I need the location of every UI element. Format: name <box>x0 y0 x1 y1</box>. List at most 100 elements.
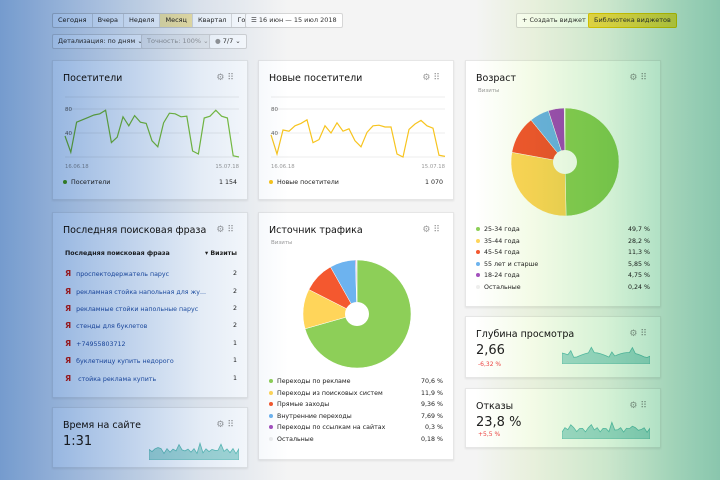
yandex-icon: Я <box>65 356 72 366</box>
visits-count: 2 <box>232 270 237 278</box>
depth-value: 2,66 <box>476 343 505 358</box>
legend-item: Внутренние переходы 7,69 % <box>269 411 443 423</box>
legend-value: 11,3 % <box>627 249 650 257</box>
period-month[interactable]: Месяц <box>160 14 193 27</box>
widget-tools[interactable]: ⚙⠿ <box>422 73 443 83</box>
gear-icon[interactable]: ⚙ <box>216 73 227 83</box>
x-tick-start: 16.06.18 <box>65 164 89 170</box>
widget-tools[interactable]: ⚙⠿ <box>629 401 650 411</box>
phrase-list: Япроспектодержатель парус 2 Ярекламная сто… <box>65 265 237 387</box>
y-tick-label: 40 <box>65 131 72 137</box>
widget-title: Отказы <box>476 401 514 412</box>
legend-label: 55 лет и старше <box>484 260 539 268</box>
x-tick-end: 15.07.18 <box>421 164 445 170</box>
drag-handle-icon[interactable]: ⠿ <box>640 329 650 339</box>
gear-icon[interactable]: ⚙ <box>216 420 227 430</box>
calendar-icon: ☰ <box>251 16 259 24</box>
x-tick-start: 16.06.18 <box>271 164 295 170</box>
table-row: Я стойка реклама купить 1 <box>65 369 237 386</box>
legend-item: 55 лет и старше 5,85 % <box>476 259 650 271</box>
phrase-link[interactable]: стенды для буклетов <box>76 323 147 330</box>
legend-dot <box>476 238 480 243</box>
visits-count: 1 <box>232 374 237 382</box>
widget-library-button[interactable]: Библиотека виджетов <box>588 13 677 28</box>
legend-item: Переходы по ссылкам на сайтах 0,3 % <box>269 422 443 434</box>
phrase-link[interactable]: рекламная стойка напольная для жу... <box>76 289 206 296</box>
gear-icon[interactable]: ⚙ <box>422 73 433 83</box>
column-visits-sort[interactable]: ▾ Визиты <box>205 250 237 257</box>
gear-icon[interactable]: ⚙ <box>629 73 640 83</box>
new-visitors-line-chart: 80 40 16.06.18 15.07.18 <box>270 96 446 170</box>
widget-title: Последняя поисковая фраза <box>63 225 207 236</box>
drag-handle-icon[interactable]: ⠿ <box>227 73 237 83</box>
period-week[interactable]: Неделя <box>124 14 161 27</box>
sparkline-area <box>149 441 239 460</box>
drag-handle-icon[interactable]: ⠿ <box>433 225 443 235</box>
legend-label: Переходы по рекламе <box>277 378 351 386</box>
widget-title: Посетители <box>63 73 123 84</box>
create-widget-button[interactable]: + Создать виджет <box>516 13 592 28</box>
phrase-link[interactable]: +74955803712 <box>76 341 125 348</box>
gear-icon[interactable]: ⚙ <box>422 225 433 235</box>
widget-subtitle: Визиты <box>478 88 500 94</box>
table-row: Я +74955803712 1 <box>65 335 237 352</box>
segments-dropdown[interactable]: ● 7/7 ⌄ <box>209 34 247 49</box>
widget-tools[interactable]: ⚙⠿ <box>216 225 237 235</box>
widget-tools[interactable]: ⚙⠿ <box>629 73 650 83</box>
date-range-button[interactable]: ☰ 16 июн — 15 июл 2018 <box>245 13 343 28</box>
visits-count: 2 <box>232 304 237 312</box>
view-depth-widget: Глубина просмотра ⚙⠿ 2,66 -6,32 % <box>465 316 661 378</box>
legend-value: 0,18 % <box>420 435 443 443</box>
gear-icon[interactable]: ⚙ <box>629 329 640 339</box>
detail-label: Детализация: по дням <box>58 37 136 45</box>
legend-value: 5,85 % <box>627 260 650 268</box>
phrase-link[interactable]: проспектодержатель парус <box>76 271 169 278</box>
legend-item: 18-24 года 4,75 % <box>476 270 650 282</box>
legend-dot <box>269 180 273 185</box>
y-tick-label: 80 <box>65 107 72 113</box>
visitors-widget: Посетители ⚙⠿ 80 40 16.06.18 15.07.18 Посет… <box>52 60 248 200</box>
legend-dot <box>269 390 273 395</box>
bounce-value: 23,8 % <box>476 415 522 430</box>
legend-item: 25-34 года 49,7 % <box>476 224 650 236</box>
visits-count: 2 <box>232 287 237 295</box>
phrase-link[interactable]: буклетницу купить недорого <box>76 358 174 365</box>
drag-handle-icon[interactable]: ⠿ <box>640 73 650 83</box>
gear-icon[interactable]: ⚙ <box>216 225 227 235</box>
drag-handle-icon[interactable]: ⠿ <box>227 225 237 235</box>
legend-label: Новые посетители <box>277 179 339 187</box>
phrase-link[interactable]: стойка реклама купить <box>76 376 156 383</box>
series-line <box>270 118 446 158</box>
table-row: Ярекламная стойка напольная для жу... 2 <box>65 282 237 299</box>
legend-value: 11,9 % <box>420 389 443 397</box>
period-today[interactable]: Сегодня <box>53 14 93 27</box>
depth-delta: -6,32 % <box>478 361 502 368</box>
series-line <box>64 109 240 158</box>
bounce-widget: Отказы ⚙⠿ 23,8 % +5,5 % <box>465 388 661 448</box>
widget-tools[interactable]: ⚙⠿ <box>422 225 443 235</box>
period-yesterday[interactable]: Вчера <box>93 14 125 27</box>
bounce-delta: +5,5 % <box>478 431 501 438</box>
visits-count: 1 <box>232 357 237 365</box>
legend-item: Остальные 0,24 % <box>476 282 650 294</box>
traffic-source-widget: Источник трафика ⚙⠿ Визиты Переходы по р… <box>258 212 454 460</box>
period-quarter[interactable]: Квартал <box>193 14 233 27</box>
accuracy-dropdown[interactable]: Точность: 100% ⌄ <box>141 34 215 49</box>
widget-tools[interactable]: ⚙⠿ <box>216 73 237 83</box>
legend-value: 0,24 % <box>627 283 650 291</box>
total-value: 1 154 <box>218 179 237 187</box>
legend: Новые посетители 1 070 <box>269 177 443 189</box>
widget-tools[interactable]: ⚙⠿ <box>216 420 237 430</box>
legend-dot <box>476 273 480 278</box>
drag-handle-icon[interactable]: ⠿ <box>227 420 237 430</box>
yandex-icon: Я <box>65 269 72 279</box>
legend: Посетители 1 154 <box>63 177 237 189</box>
gear-icon[interactable]: ⚙ <box>629 401 640 411</box>
drag-handle-icon[interactable]: ⠿ <box>433 73 443 83</box>
phrase-link[interactable]: рекламные стойки напольные парус <box>76 306 198 313</box>
yandex-icon: Я <box>65 373 72 383</box>
detail-dropdown[interactable]: Детализация: по дням ⌄ <box>52 34 149 49</box>
drag-handle-icon[interactable]: ⠿ <box>640 401 650 411</box>
sparkline-area <box>562 346 650 364</box>
widget-tools[interactable]: ⚙⠿ <box>629 329 650 339</box>
